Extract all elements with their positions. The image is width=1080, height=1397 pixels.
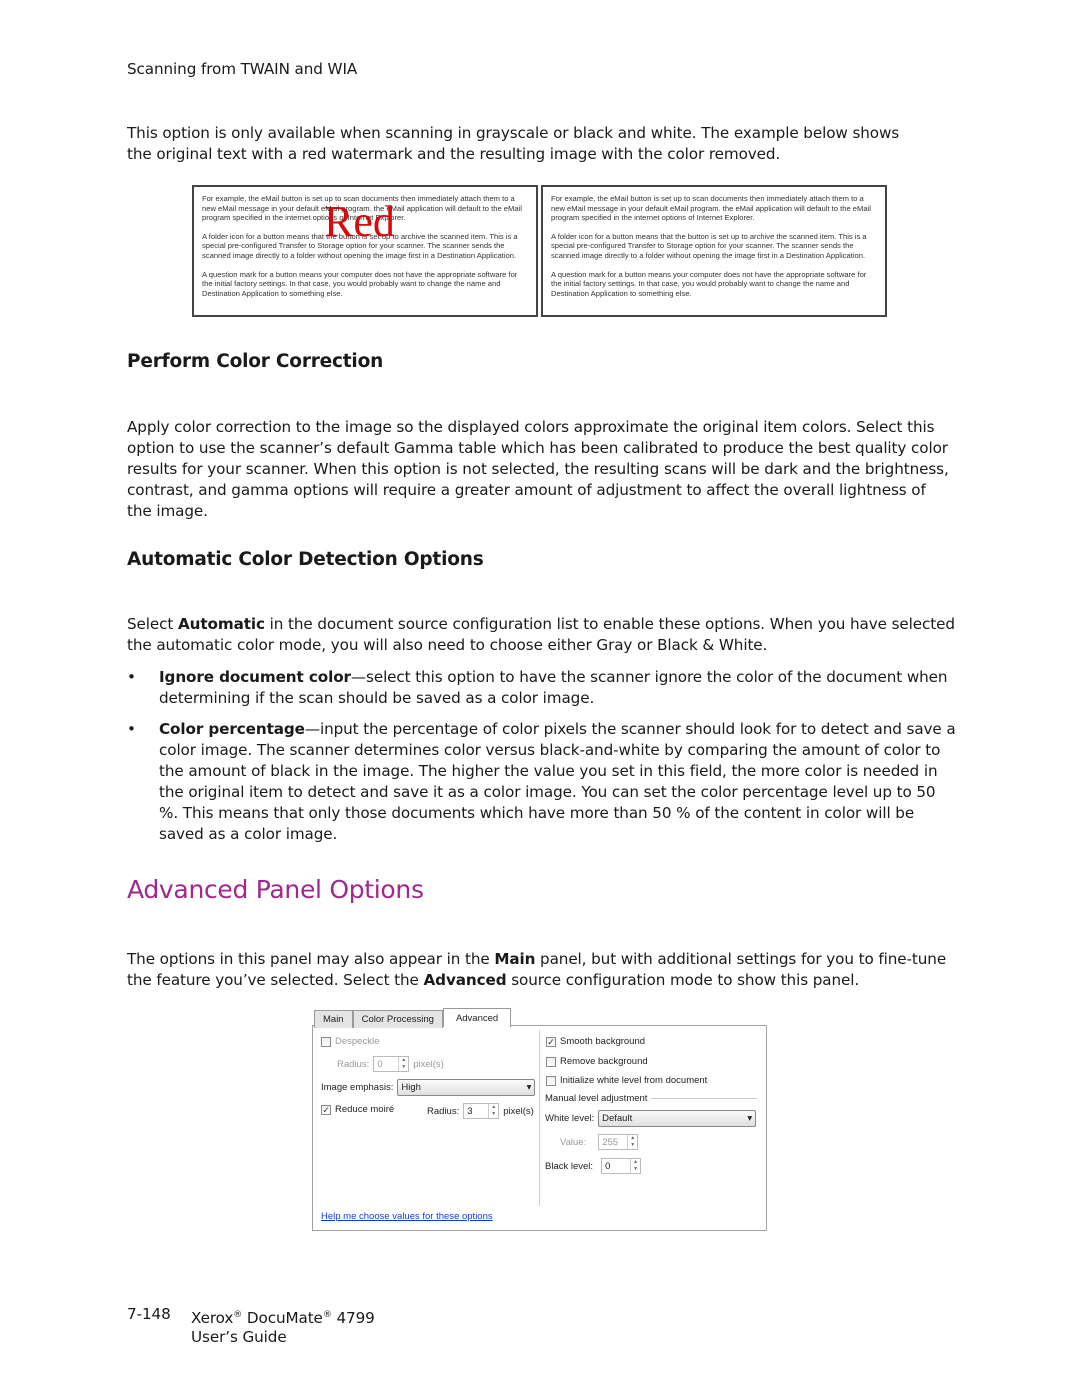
manual-level-group: Manual level adjustment [545, 1093, 757, 1104]
radius-spinner[interactable]: 3 ▲ ▼ [463, 1103, 500, 1119]
product-name: Xerox® DocuMate® 4799 [191, 1309, 375, 1328]
image-emphasis-dropdown[interactable]: High ▾ [397, 1079, 536, 1096]
example-text: For example, the eMail button is set up … [551, 194, 871, 223]
checkbox-checked[interactable]: ✓ [546, 1036, 556, 1047]
black-level: Black level: 0 ▲ ▼ [545, 1158, 642, 1174]
list-item: Color percentage—input the percentage of… [127, 719, 957, 845]
init-white-option[interactable]: Initialize white level from document [546, 1075, 707, 1086]
page-number: 7-148 [127, 1305, 171, 1323]
chevron-down-icon: ▾ [747, 1113, 753, 1124]
radius-spinner[interactable]: 0 ▲ ▼ [373, 1056, 410, 1072]
advanced-panel-screenshot: Despeckle Radius: 0 ▲ ▼ pixel(s) Image empha… [312, 1008, 767, 1231]
example-text: A question mark for a button means your … [202, 269, 518, 298]
section-heading: Automatic Color Detection Options [127, 549, 484, 570]
reduce-moire-option[interactable]: ✓ Reduce moiré [321, 1104, 394, 1115]
value-spinner[interactable]: 255 ▲ ▼ [598, 1134, 639, 1150]
example-text: A question mark for a button means your … [551, 269, 867, 298]
moire-radius: Radius: 3 ▲ ▼ pixel(s) [427, 1103, 534, 1119]
white-level: White level: Default ▾ [545, 1110, 757, 1127]
panel-body: Despeckle Radius: 0 ▲ ▼ pixel(s) Image empha… [312, 1025, 767, 1231]
checkbox[interactable] [546, 1056, 556, 1067]
checkbox[interactable] [321, 1036, 331, 1047]
white-level-dropdown[interactable]: Default ▾ [598, 1110, 757, 1127]
advanced-paragraph: The options in this panel may also appea… [127, 950, 947, 989]
list-item: Ignore document color—select this option… [127, 667, 957, 709]
section-heading: Perform Color Correction [127, 351, 384, 372]
despeckle-option[interactable]: Despeckle [321, 1036, 379, 1047]
red-watermark: Red [324, 197, 395, 246]
image-emphasis: Image emphasis: High ▾ [321, 1079, 536, 1096]
remove-background-option[interactable]: Remove background [546, 1056, 648, 1067]
tab-color-processing[interactable]: Color Processing [352, 1010, 443, 1028]
divider [539, 1030, 540, 1206]
chevron-down-icon: ▾ [526, 1082, 532, 1093]
value-field: Value: 255 ▲ ▼ [560, 1134, 639, 1150]
example-result-image: For example, the eMail button is set up … [541, 185, 887, 317]
chapter-heading: Advanced Panel Options [127, 875, 424, 904]
help-link[interactable]: Help me choose values for these options [321, 1211, 493, 1222]
running-header: Scanning from TWAIN and WIA [127, 60, 358, 78]
panel-tabs: Main Color Processing Advanced [314, 1008, 512, 1028]
example-original-image: For example, the eMail button is set up … [192, 185, 538, 317]
example-text: A folder icon for a button means that th… [551, 231, 867, 260]
guide-name: User’s Guide [191, 1328, 287, 1346]
intro-paragraph: This option is only available when scann… [127, 124, 900, 163]
black-level-spinner[interactable]: 0 ▲ ▼ [601, 1158, 642, 1174]
checkbox[interactable] [546, 1075, 556, 1086]
despeckle-radius: Radius: 0 ▲ ▼ pixel(s) [337, 1056, 444, 1072]
tab-main[interactable]: Main [314, 1010, 353, 1028]
color-correction-paragraph: Apply color correction to the image so t… [127, 418, 949, 520]
checkbox-checked[interactable]: ✓ [321, 1104, 331, 1115]
tab-advanced[interactable]: Advanced [442, 1008, 512, 1027]
auto-color-paragraph: Select Automatic in the document source … [127, 615, 955, 654]
smooth-background-option[interactable]: ✓ Smooth background [546, 1036, 645, 1047]
options-list: Ignore document color—select this option… [127, 667, 957, 855]
